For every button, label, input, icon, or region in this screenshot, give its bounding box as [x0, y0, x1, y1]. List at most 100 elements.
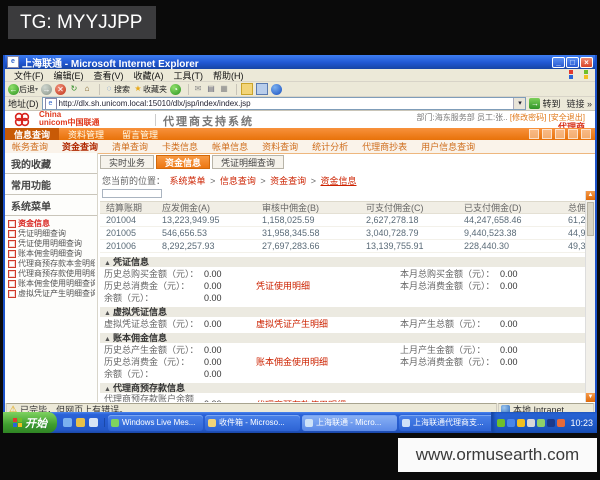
back-dropdown-icon[interactable]: ▾	[35, 86, 38, 93]
home-button[interactable]: ⌂	[82, 84, 92, 94]
search-button[interactable]: ◌ 搜索	[104, 84, 130, 95]
subnav-item[interactable]: 帐务查询	[5, 140, 55, 153]
start-button[interactable]: 开始	[3, 412, 57, 433]
sidebar-section-sysmenu[interactable]: 系统菜单	[5, 195, 97, 216]
messenger-button[interactable]	[271, 83, 283, 95]
edit-button[interactable]: ▦	[219, 84, 229, 94]
subnav-item[interactable]: 用户信息查询	[414, 140, 482, 153]
taskbar-button-shanghai-unicom[interactable]: 上海联通 - Micro...	[302, 414, 397, 431]
subnav-item[interactable]: 帐单信息	[205, 140, 255, 153]
minimize-button[interactable]: _	[552, 56, 565, 68]
ledger-usage-detail-link[interactable]: 账本佣金使用明细	[256, 355, 396, 368]
title-bar[interactable]: e 上海联通 - Microsoft Internet Explorer _ □…	[5, 55, 595, 70]
quick-launch-ie-icon[interactable]	[63, 418, 72, 427]
nav-quick-icon[interactable]	[555, 129, 565, 139]
menu-view[interactable]: 查看(V)	[89, 69, 129, 82]
tray-icon[interactable]	[547, 418, 556, 427]
subnav-item[interactable]: 代理商抄表	[355, 140, 414, 153]
tab-voucher-detail[interactable]: 凭证明细查询	[212, 155, 285, 169]
tray-icon[interactable]	[517, 418, 526, 427]
nav-quick-icon[interactable]	[542, 129, 552, 139]
history-button[interactable]: ◔	[170, 83, 182, 95]
tab-funds-info[interactable]: 资金信息	[156, 155, 211, 169]
back-button[interactable]: ← 后退 ▾	[8, 83, 38, 95]
breadcrumb-link[interactable]: 资金查询	[270, 176, 306, 186]
quick-launch-mail-icon[interactable]	[76, 418, 85, 427]
subnav-item[interactable]: 卡类信息	[155, 140, 205, 153]
mail-button[interactable]: ✉	[193, 84, 203, 94]
tray-icon[interactable]	[527, 418, 536, 427]
menu-edit[interactable]: 编辑(E)	[49, 69, 89, 82]
scrollbar-thumb[interactable]	[587, 202, 594, 236]
fullscreen-button[interactable]	[256, 83, 269, 95]
maximize-button[interactable]: □	[566, 56, 579, 68]
header-divider	[155, 114, 156, 126]
virtual-voucher-detail-link[interactable]: 虚拟凭证产生明细	[256, 317, 396, 330]
breadcrumb-link[interactable]: 系统菜单	[170, 176, 206, 186]
nav-tab-data-mgmt[interactable]: 资料管理	[59, 128, 113, 140]
taskbar-button-inbox[interactable]: 收件箱 - Microso...	[205, 414, 300, 431]
nav-quick-icon[interactable]	[581, 129, 591, 139]
sidebar-item[interactable]: 虚拟凭证产生明细查询	[7, 289, 95, 299]
subnav-item-active[interactable]: 资金查询	[55, 140, 105, 153]
scroll-up-icon[interactable]: ▲	[586, 191, 595, 200]
close-button[interactable]: ×	[580, 56, 593, 68]
filter-input[interactable]	[102, 189, 162, 198]
print-button[interactable]: ▤	[206, 84, 216, 94]
nav-quick-icon[interactable]	[568, 129, 578, 139]
menu-bullet-icon	[8, 280, 16, 288]
menu-file[interactable]: 文件(F)	[9, 69, 49, 82]
refresh-button[interactable]: ↻	[69, 84, 79, 94]
tray-icon[interactable]	[507, 418, 516, 427]
forward-button[interactable]: →	[41, 83, 53, 95]
outlook-task-icon	[208, 418, 216, 427]
taskbar-button-messenger[interactable]: Windows Live Mes...	[108, 414, 203, 431]
menu-help[interactable]: 帮助(H)	[208, 69, 249, 82]
sidebar-item[interactable]: 凭证明细查询	[7, 229, 95, 239]
quick-launch-desktop-icon[interactable]	[89, 418, 98, 427]
prepaid-usage-detail-link[interactable]: 代理商预存款使用明细	[256, 398, 396, 403]
change-password-link[interactable]: [修改密码]	[510, 113, 546, 122]
links-label[interactable]: 链接 »	[566, 97, 592, 110]
address-dropdown-icon[interactable]: ▾	[513, 98, 526, 109]
tray-icon[interactable]	[497, 418, 506, 427]
sidebar-section-common[interactable]: 常用功能	[5, 174, 97, 195]
toolbar-separator	[99, 83, 101, 95]
section-row: 历史总消费金（元）： 0.00 凭证使用明细 本月总消费金额（元）： 0.00	[104, 279, 518, 292]
menu-favorites[interactable]: 收藏(A)	[129, 69, 169, 82]
toolbar-separator	[236, 83, 238, 95]
tab-realtime-business[interactable]: 实时业务	[100, 155, 155, 169]
sidebar-item[interactable]: 账本佣金明细查询	[7, 249, 95, 259]
vertical-scrollbar[interactable]: ▲ ▼	[585, 191, 595, 402]
tray-icon[interactable]	[557, 418, 566, 427]
menu-bullet-icon	[8, 260, 16, 268]
sidebar-section-favorites[interactable]: 我的收藏	[5, 153, 97, 174]
tray-icon[interactable]	[537, 418, 546, 427]
voucher-usage-detail-link[interactable]: 凭证使用明细	[256, 279, 396, 292]
menu-tools[interactable]: 工具(T)	[169, 69, 209, 82]
nav-tab-info-query[interactable]: 信息查询	[5, 128, 60, 140]
breadcrumb-link[interactable]: 信息查询	[220, 176, 256, 186]
sidebar-item-funds-info[interactable]: 资金信息	[7, 219, 95, 229]
subnav-item[interactable]: 清单查询	[105, 140, 155, 153]
sidebar-item[interactable]: 凭证使用明细查询	[7, 239, 95, 249]
subnav-item[interactable]: 资料查询	[255, 140, 305, 153]
taskbar-button-agent-portal[interactable]: 上海联通代理商支...	[399, 414, 492, 431]
nav-quick-icons	[526, 128, 595, 140]
nav-tab-message-mgmt[interactable]: 留言管理	[113, 128, 167, 140]
subnav-item[interactable]: 统计分析	[305, 140, 355, 153]
scroll-down-icon[interactable]: ▼	[586, 393, 595, 402]
address-input[interactable]: e http://dlx.sh.unicom.local:15010/dlx/j…	[41, 97, 527, 110]
web-page: China unicom中国联通 代理商支持系统 部门:海东服务部 员工:张..…	[5, 111, 595, 402]
sidebar-item[interactable]: 代理商预存款本金明细查询	[7, 259, 95, 269]
go-button[interactable]: → 转到	[529, 97, 560, 110]
section-title: 虚拟凭证信息	[112, 307, 167, 317]
nav-quick-icon[interactable]	[529, 129, 539, 139]
sidebar-item[interactable]: 代理商预存款使用明细查询	[7, 269, 95, 279]
favorites-label: 收藏夹	[143, 84, 168, 94]
system-title: 代理商支持系统	[163, 116, 254, 128]
favorites-button[interactable]: ★ 收藏夹	[133, 84, 167, 95]
stop-button[interactable]: ✕	[55, 83, 67, 95]
folder-button[interactable]	[241, 83, 254, 95]
sidebar-item[interactable]: 账本佣金使用明细查询	[7, 279, 95, 289]
